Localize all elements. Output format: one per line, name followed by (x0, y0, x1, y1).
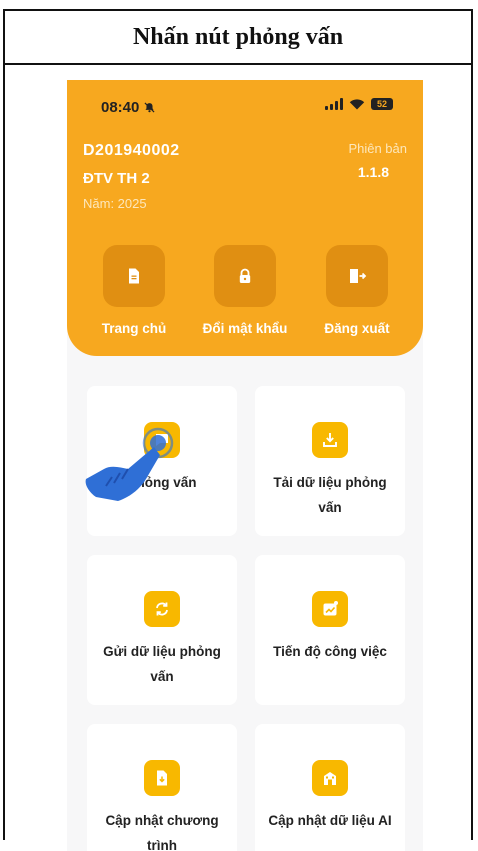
update-icon (144, 760, 180, 796)
work-progress-card[interactable]: Tiến độ công việc (255, 555, 405, 705)
send-data-label: Gửi dữ liệu phỏng vấn (103, 644, 221, 684)
user-id: D201940002 (83, 142, 180, 159)
version-value: 1.1.8 (357, 164, 389, 180)
download-data-card[interactable]: Tải dữ liệu phỏng vấn (255, 386, 405, 536)
progress-chart-icon (312, 591, 348, 627)
wifi-icon (349, 99, 365, 110)
download-data-label: Tải dữ liệu phỏng vấn (273, 475, 387, 515)
version-label: Phiên bản (348, 141, 407, 156)
step-caption: Nhấn nút phỏng vấn (5, 11, 471, 65)
sync-icon (144, 591, 180, 627)
battery-icon: 52 (371, 98, 393, 110)
logout-label: Đăng xuất (324, 321, 390, 336)
instruction-frame: Nhấn nút phỏng vấn 08:40 52 D201940002 Đ… (3, 9, 473, 851)
lock-icon (239, 268, 251, 283)
signal-icon (325, 98, 343, 110)
change-password-label: Đổi mật khẩu (202, 321, 288, 336)
download-icon (312, 422, 348, 458)
send-data-card[interactable]: Gửi dữ liệu phỏng vấn (87, 555, 237, 705)
building-icon (312, 760, 348, 796)
change-password-button[interactable]: Đổi mật khẩu (190, 245, 300, 336)
logout-icon (350, 269, 367, 283)
work-progress-label: Tiến độ công việc (273, 644, 387, 659)
user-year: Năm: 2025 (83, 196, 147, 211)
update-program-label: Cập nhật chương trình (105, 813, 219, 851)
home-button[interactable]: Trang chủ (79, 245, 189, 336)
bell-muted-icon (144, 99, 155, 116)
update-ai-data-card[interactable]: Cập nhật dữ liệu AI (255, 724, 405, 851)
app-header: 08:40 52 D201940002 ĐTV TH 2 Năm: 2025 P… (67, 80, 423, 356)
phone-screen: 08:40 52 D201940002 ĐTV TH 2 Năm: 2025 P… (67, 80, 423, 851)
home-label: Trang chủ (101, 321, 167, 336)
status-indicators: 52 (325, 98, 393, 110)
update-ai-data-label: Cập nhật dữ liệu AI (268, 813, 392, 828)
user-role: ĐTV TH 2 (83, 170, 150, 187)
logout-button[interactable]: Đăng xuất (302, 245, 412, 336)
status-time: 08:40 (101, 99, 155, 116)
document-icon (129, 268, 139, 284)
update-program-card[interactable]: Cập nhật chương trình (87, 724, 237, 851)
tap-hand-icon (85, 427, 174, 501)
